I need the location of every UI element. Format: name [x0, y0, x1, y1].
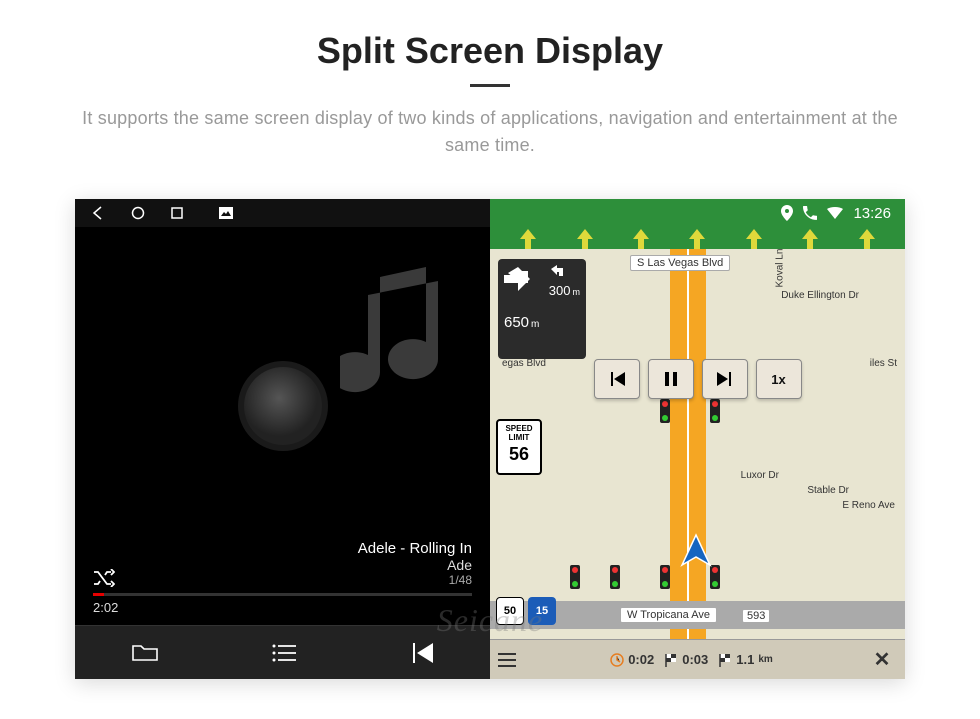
street-label-stable: Stable Dr — [801, 484, 855, 497]
close-icon[interactable]: ✕ — [867, 646, 897, 674]
lane-guidance — [490, 227, 905, 251]
lane-arrow-icon — [573, 227, 597, 251]
phone-icon — [803, 206, 817, 220]
turn-main-distance: 650 — [504, 314, 529, 331]
traffic-light-icon — [570, 565, 580, 589]
previous-icon[interactable] — [411, 643, 433, 663]
traffic-light-icon — [610, 565, 620, 589]
statusbar-time: 13:26 — [853, 205, 891, 222]
nav-playback-controls: 1x — [594, 359, 802, 399]
statusbar-left — [75, 199, 490, 227]
lane-arrow-icon — [855, 227, 879, 251]
turn-next-icon — [549, 265, 580, 283]
recents-icon[interactable] — [171, 207, 183, 219]
route-shields: 50 15 — [496, 597, 556, 625]
lane-arrow-icon — [516, 227, 540, 251]
main-road — [670, 249, 706, 639]
nav-time-a: 0:02 — [628, 652, 654, 667]
menu-icon[interactable] — [498, 653, 516, 667]
traffic-light-icon — [660, 565, 670, 589]
route-shield-a: 50 — [496, 597, 524, 625]
music-note-icon — [340, 267, 470, 417]
lane-arrow-icon — [629, 227, 653, 251]
navigation-panel: S Las Vegas Blvd Duke Ellington Dr Koval… — [490, 199, 905, 679]
lane-arrow-icon — [798, 227, 822, 251]
nav-time-b: 0:03 — [682, 652, 708, 667]
elapsed-time: 2:02 — [93, 600, 118, 615]
home-icon[interactable] — [131, 206, 145, 220]
track-title: Adele - Rolling In — [358, 540, 472, 557]
nav-dist-value: 1.1 — [736, 652, 754, 667]
street-label-top: S Las Vegas Blvd — [630, 255, 730, 271]
folder-icon[interactable] — [132, 643, 158, 663]
traffic-light-icon — [660, 399, 670, 423]
street-label-giles: iles St — [864, 357, 903, 370]
route-shield-b: 15 — [528, 597, 556, 625]
flag-icon — [664, 653, 678, 667]
page-title: Split Screen Display — [60, 30, 920, 72]
flag-dist-icon — [718, 653, 732, 667]
turn-panel: 300 m 650 m — [498, 259, 586, 359]
speed-limit-sign: SPEED LIMIT 56 — [496, 419, 542, 475]
page-subtitle: It supports the same screen display of t… — [60, 105, 920, 159]
title-underline — [470, 84, 510, 87]
playlist-icon[interactable] — [272, 644, 296, 662]
music-panel: Adele - Rolling In Ade 1/48 2:02 — [75, 199, 490, 679]
nav-bottom-bar: 0:02 0:03 1.1 km ✕ — [490, 639, 905, 679]
turn-next-unit: m — [573, 287, 581, 297]
speed-limit-value: 56 — [498, 444, 540, 465]
wifi-icon — [827, 207, 843, 219]
turn-next-distance: 300 — [549, 283, 571, 298]
nav-next-button[interactable] — [702, 359, 748, 399]
clock-icon — [610, 653, 624, 667]
street-label-duke: Duke Ellington Dr — [775, 289, 865, 302]
street-label-luxor: Luxor Dr — [735, 469, 785, 482]
device-screenshot: 13:26 — [75, 199, 905, 679]
joystick-control[interactable] — [238, 361, 328, 451]
nav-dist-unit: km — [758, 654, 772, 665]
track-count: 1/48 — [358, 573, 472, 587]
progress-bar[interactable] — [93, 593, 472, 596]
music-bottom-bar — [75, 625, 490, 679]
street-label-reno: E Reno Ave — [836, 499, 901, 512]
street-num-bottom: 593 — [742, 609, 770, 623]
nav-prev-button[interactable] — [594, 359, 640, 399]
track-artist: Ade — [358, 557, 472, 573]
traffic-light-icon — [710, 399, 720, 423]
back-icon[interactable] — [91, 206, 105, 220]
statusbar-right: 13:26 — [767, 199, 905, 227]
street-label-bottom: W Tropicana Ave — [620, 607, 717, 623]
lane-arrow-icon — [685, 227, 709, 251]
turn-main-unit: m — [531, 319, 539, 330]
vehicle-cursor-icon — [678, 533, 714, 569]
lane-arrow-icon — [742, 227, 766, 251]
speed-limit-label: SPEED LIMIT — [505, 424, 532, 442]
nav-pause-button[interactable] — [648, 359, 694, 399]
picture-icon[interactable] — [219, 207, 233, 219]
location-icon — [781, 205, 793, 221]
street-label-koval: Koval Ln — [774, 249, 787, 294]
nav-speed-button[interactable]: 1x — [756, 359, 802, 399]
shuffle-icon[interactable] — [93, 569, 115, 587]
turn-left-icon — [504, 265, 536, 297]
